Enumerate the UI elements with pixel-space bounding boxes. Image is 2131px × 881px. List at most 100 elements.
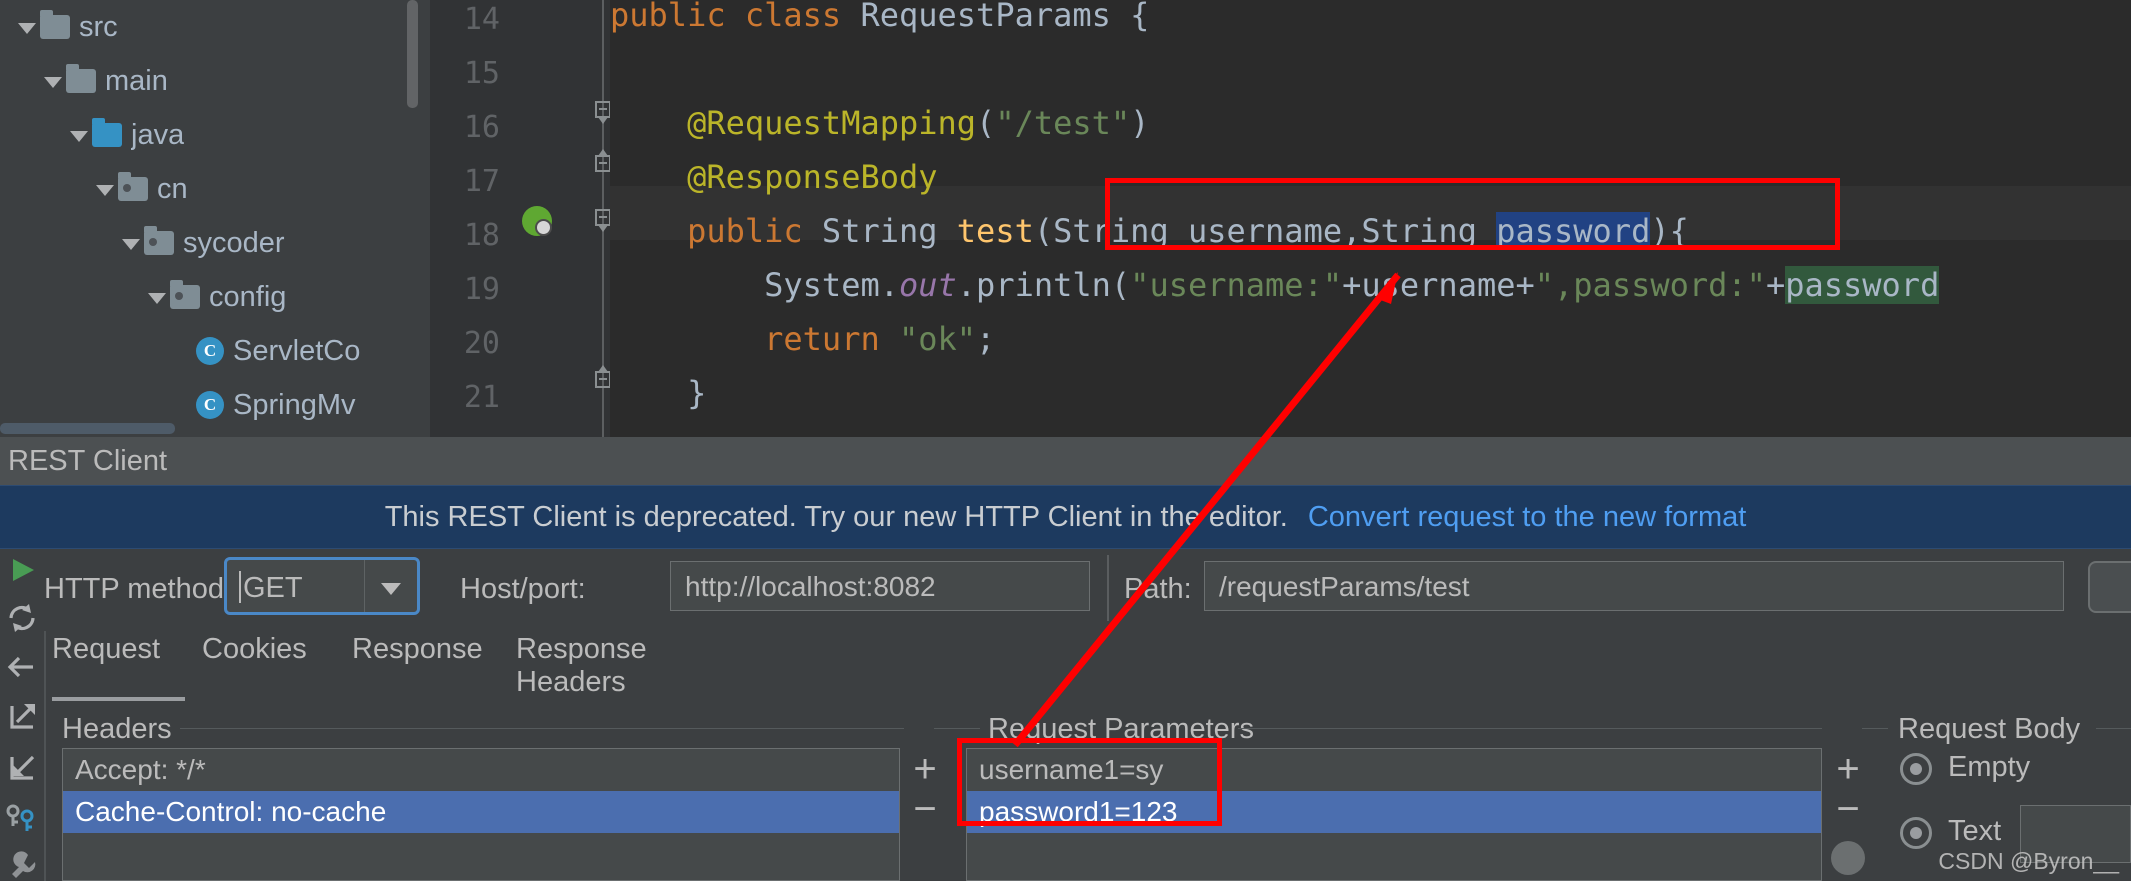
http-method-value: GET [243, 572, 303, 604]
tree-item-java[interactable]: java [0, 108, 430, 162]
chevron-down-icon[interactable] [40, 68, 66, 94]
params-group-rule-right [1238, 728, 1822, 729]
tree-item-label: SpringMv [233, 388, 356, 421]
deprecation-message: This REST Client is deprecated. Try our … [384, 500, 1288, 533]
form-separator [1107, 555, 1109, 621]
watermark: CSDN @Byron__ [1938, 848, 2119, 874]
rest-client-toolbar [0, 549, 44, 881]
code-line-19: System.out.println("username:"+username+… [610, 266, 1940, 304]
editor-gutter[interactable]: 14 15 16 17 18 19 20 21 [430, 0, 611, 437]
code-line-17: @ResponseBody [687, 158, 938, 196]
line-number: 15 [463, 56, 500, 91]
keys-icon[interactable] [2, 795, 42, 841]
tree-item-config[interactable]: config [0, 270, 430, 324]
line-number: 14 [463, 2, 500, 37]
headers-group-rule [180, 728, 904, 729]
run-button[interactable] [2, 549, 42, 595]
chevron-down-icon[interactable] [66, 122, 92, 148]
project-tree-panel[interactable]: src main java cn sycoder config C ServletCo C Spr… [0, 0, 430, 437]
java-class-icon: C [196, 391, 224, 419]
headers-add-button[interactable]: + [905, 747, 945, 792]
package-icon [170, 280, 200, 309]
project-tree-horizontal-scrollbar[interactable] [0, 423, 175, 434]
code-line-14: public class RequestParams { [610, 0, 1150, 34]
rest-client-title: REST Client [8, 444, 168, 477]
request-body-text-label: Text [1948, 815, 2002, 847]
folder-icon [40, 10, 70, 39]
tree-item-label: src [79, 10, 118, 43]
active-tab-indicator [52, 697, 185, 701]
folder-icon [92, 118, 122, 147]
line-number: 21 [463, 380, 500, 415]
tree-item-servletco[interactable]: C ServletCo [0, 324, 430, 378]
import-icon[interactable] [2, 745, 42, 791]
refresh-icon[interactable] [2, 595, 42, 641]
list-item[interactable]: Cache-Control: no-cache [63, 791, 899, 833]
tree-item-label: cn [157, 172, 188, 205]
host-port-label: Host/port: [460, 573, 586, 605]
request-form-row: HTTP method: GET Host/port: http://local… [44, 555, 2131, 629]
editor-area: src main java cn sycoder config C ServletCo C Spr… [0, 0, 2131, 437]
tree-item-label: sycoder [183, 226, 285, 259]
extra-action-button[interactable] [2088, 561, 2131, 613]
panel-left-divider [44, 631, 46, 881]
deprecation-banner: This REST Client is deprecated. Try our … [0, 485, 2131, 549]
tree-item-sycoder[interactable]: sycoder [0, 216, 430, 270]
host-port-input[interactable]: http://localhost:8082 [670, 561, 1090, 611]
headers-remove-button[interactable]: − [905, 787, 945, 832]
list-item[interactable]: Accept: */* [63, 749, 899, 791]
request-body-group-title: Request Body [1898, 713, 2081, 745]
run-gutter-icon[interactable] [522, 206, 552, 236]
code-line-20: return "ok"; [764, 320, 996, 358]
params-remove-button[interactable]: − [1828, 787, 1868, 832]
tab-request[interactable]: Request [52, 633, 160, 666]
back-arrow-icon[interactable] [2, 644, 42, 690]
params-add-button[interactable]: + [1828, 747, 1868, 792]
chevron-down-icon[interactable] [118, 230, 144, 256]
convert-request-link[interactable]: Convert request to the new format [1308, 501, 1746, 534]
tree-item-cn[interactable]: cn [0, 162, 430, 216]
headers-group-title: Headers [62, 713, 172, 745]
request-body-empty-radio[interactable] [1900, 753, 1932, 785]
params-clear-icon[interactable] [1831, 841, 1865, 875]
line-number: 17 [463, 164, 500, 199]
annotation-rect-method-signature [1105, 178, 1840, 250]
request-body-text-radio[interactable] [1900, 817, 1932, 849]
path-label: Path: [1124, 573, 1192, 605]
export-icon[interactable] [2, 694, 42, 740]
line-number: 18 [463, 218, 500, 253]
tree-item-label: main [105, 64, 168, 97]
text-cursor [239, 571, 241, 603]
tree-item-label: ServletCo [233, 334, 361, 367]
path-input[interactable]: /requestParams/test [1204, 561, 2064, 611]
path-value: /requestParams/test [1219, 571, 1470, 602]
annotation-rect-request-parameters [957, 738, 1222, 826]
wrench-icon[interactable] [2, 845, 42, 881]
folder-icon [66, 64, 96, 93]
http-method-combobox[interactable]: GET [224, 557, 420, 615]
java-class-icon: C [196, 337, 224, 365]
body-group-rule-right [2096, 728, 2131, 729]
tab-cookies[interactable]: Cookies [202, 633, 307, 666]
tree-item-src[interactable]: src [0, 0, 430, 54]
line-number: 20 [463, 326, 500, 361]
tab-response[interactable]: Response [352, 633, 483, 666]
chevron-down-icon[interactable] [92, 176, 118, 202]
headers-list[interactable]: Accept: */* Cache-Control: no-cache [62, 748, 900, 881]
chevron-down-icon[interactable] [14, 14, 40, 40]
code-line-21: } [610, 374, 707, 412]
package-icon [118, 172, 148, 201]
request-body-empty-label: Empty [1948, 751, 2031, 783]
http-method-dropdown-button[interactable] [364, 560, 417, 612]
ide-window: src main java cn sycoder config C ServletCo C Spr… [0, 0, 2131, 881]
tab-response-headers[interactable]: Response Headers [516, 633, 647, 699]
body-group-rule-left [1862, 728, 1888, 729]
tree-item-label: config [209, 280, 287, 313]
code-line-16: @RequestMapping("/test") [687, 104, 1150, 142]
package-icon [144, 226, 174, 255]
tree-item-main[interactable]: main [0, 54, 430, 108]
chevron-down-icon[interactable] [144, 284, 170, 310]
http-method-label: HTTP method: [44, 573, 233, 605]
